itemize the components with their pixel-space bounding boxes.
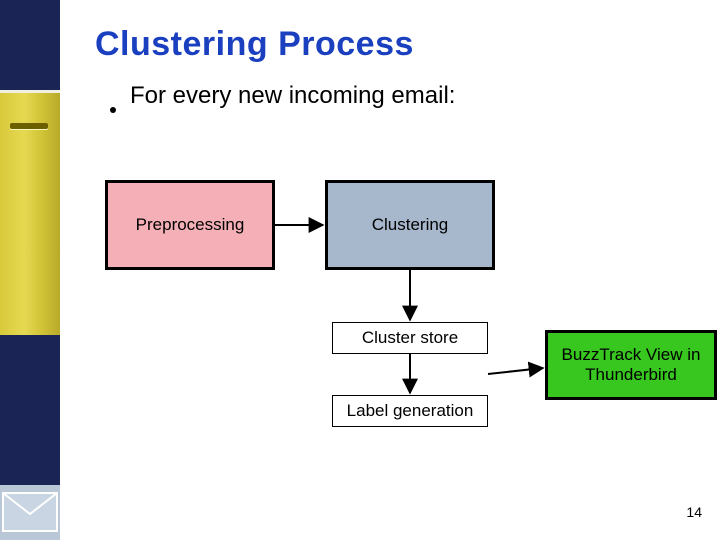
- box-buzztrack-view-label: BuzzTrack View in Thunderbird: [552, 345, 710, 384]
- box-label-generation: Label generation: [332, 395, 488, 427]
- box-preprocessing-label: Preprocessing: [136, 215, 245, 235]
- box-label-generation-label: Label generation: [347, 401, 474, 421]
- box-clustering: Clustering: [325, 180, 495, 270]
- page-number: 14: [686, 504, 702, 520]
- sidebar-mailbox-photo: [0, 90, 60, 341]
- box-clustering-label: Clustering: [372, 215, 449, 235]
- box-cluster-store: Cluster store: [332, 322, 488, 354]
- mailbox-slot: [10, 123, 48, 129]
- bullet-line: For every new incoming email:: [110, 82, 700, 110]
- sidebar-top-block: [0, 0, 60, 90]
- bullet-text: For every new incoming email:: [130, 82, 455, 110]
- box-cluster-store-label: Cluster store: [362, 328, 458, 348]
- slide-title: Clustering Process: [95, 25, 700, 64]
- decorative-sidebar: [0, 0, 60, 540]
- envelope-icon: [0, 485, 60, 540]
- slide-content: Clustering Process For every new incomin…: [95, 25, 700, 110]
- bullet-dot-icon: [110, 107, 116, 113]
- box-preprocessing: Preprocessing: [105, 180, 275, 270]
- box-buzztrack-view: BuzzTrack View in Thunderbird: [545, 330, 717, 400]
- flow-diagram: Preprocessing Clustering Cluster store L…: [60, 170, 720, 500]
